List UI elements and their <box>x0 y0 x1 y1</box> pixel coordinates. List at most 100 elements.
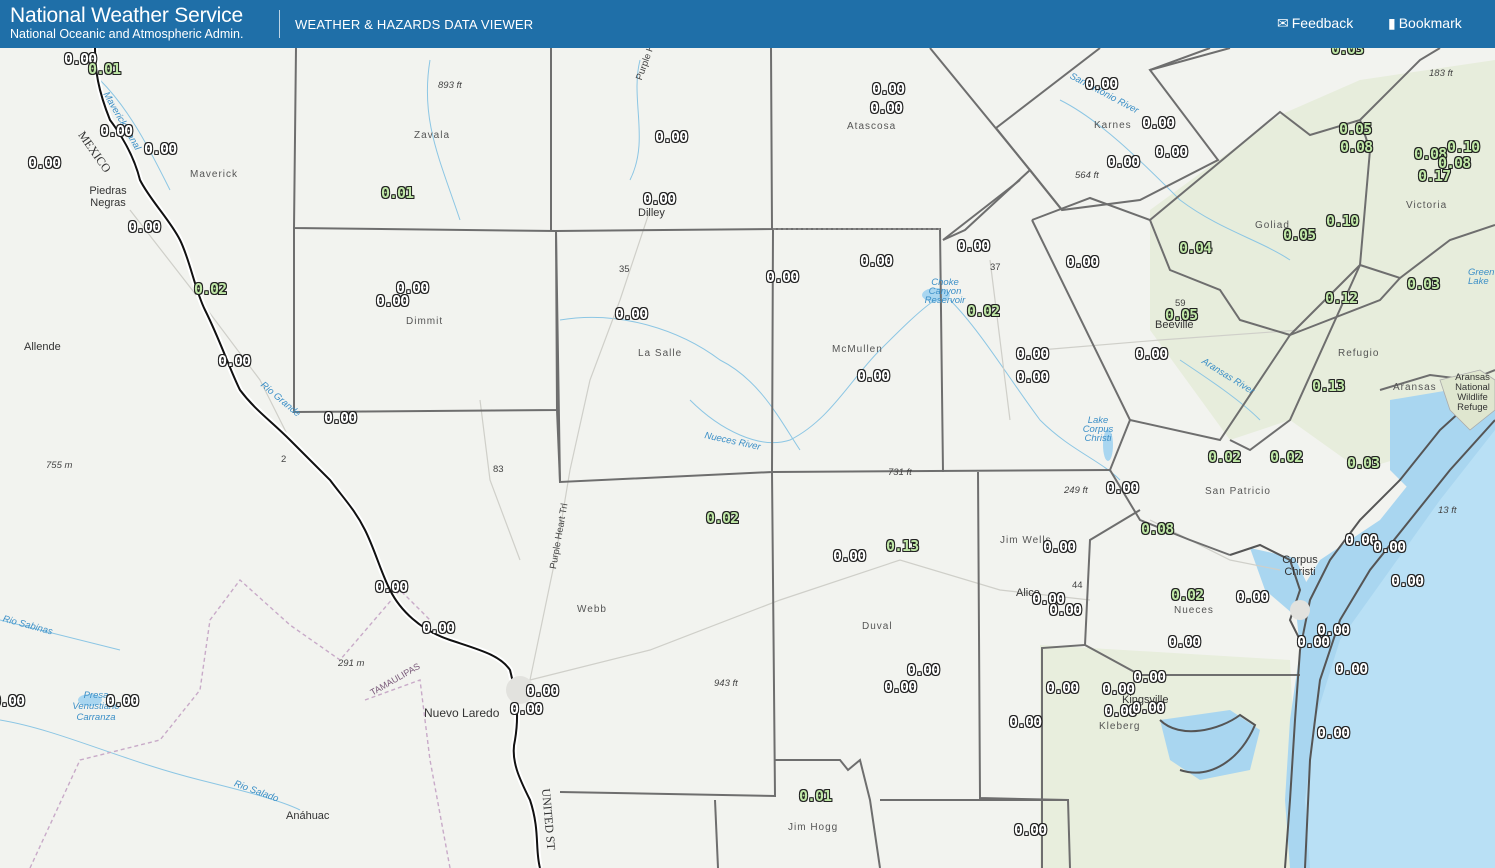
precip-value[interactable]: 0.00 <box>1066 253 1099 271</box>
precip-value[interactable]: 0.00 <box>510 700 543 718</box>
county-label: Kleberg <box>1099 721 1141 732</box>
precip-value[interactable]: 0.02 <box>706 509 739 527</box>
precip-value[interactable]: 0.00 <box>957 237 990 255</box>
precip-value[interactable]: 0.00 <box>1168 633 1201 651</box>
precip-value[interactable]: 0.00 <box>1142 114 1175 132</box>
precip-value[interactable]: 0.02 <box>1270 448 1303 466</box>
precip-value[interactable]: 0.00 <box>1049 601 1082 619</box>
precip-value[interactable]: 0.00 <box>833 547 866 565</box>
precip-value[interactable]: 0.00 <box>1373 538 1406 556</box>
precip-value[interactable]: 0.00 <box>28 154 61 172</box>
city-label: Corpus Christi <box>1282 554 1318 578</box>
lake-label: Green Lake <box>1468 267 1495 287</box>
precip-value[interactable]: 0.03 <box>1407 275 1440 293</box>
city-label: Allende <box>24 341 61 353</box>
map-canvas[interactable]: Zavala Maverick Atascosa Karnes Goliad V… <box>0 48 1495 868</box>
precip-value[interactable]: 0.00 <box>872 80 905 98</box>
precip-value[interactable]: 0.02 <box>967 302 1000 320</box>
precip-value[interactable]: 0.00 <box>526 682 559 700</box>
precip-value[interactable]: 0.00 <box>615 305 648 323</box>
county-label: Dimmit <box>406 316 444 327</box>
precip-value[interactable]: 0.00 <box>422 619 455 637</box>
precip-value[interactable]: 0.05 <box>1283 226 1316 244</box>
precip-value[interactable]: 0.04 <box>1179 239 1212 257</box>
precip-value[interactable]: 0.05 <box>1339 120 1372 138</box>
precip-value[interactable]: 0.00 <box>106 692 139 710</box>
precip-value[interactable]: 0.00 <box>1107 153 1140 171</box>
precip-value[interactable]: 0.00 <box>1133 668 1166 686</box>
precip-value[interactable]: 0.00 <box>0 692 25 710</box>
county-label: Refugio <box>1338 348 1380 359</box>
city-label: Dilley <box>638 207 665 219</box>
precip-value[interactable]: 0.00 <box>1016 345 1049 363</box>
precip-value[interactable]: 0.00 <box>1016 368 1049 386</box>
bookmark-icon: ▮ <box>1388 15 1396 31</box>
lake-label: Choke Canyon Reservoir <box>924 277 966 306</box>
precip-value[interactable]: 0.02 <box>1208 448 1241 466</box>
precip-value[interactable]: 0.00 <box>884 678 917 696</box>
precip-value[interactable]: 0.00 <box>870 99 903 117</box>
precip-value[interactable]: 0.00 <box>1335 660 1368 678</box>
precip-value[interactable]: 0.02 <box>194 280 227 298</box>
city-label: Aransas National Wildlife Refuge <box>1455 372 1490 413</box>
precip-value[interactable]: 0.00 <box>1102 680 1135 698</box>
precip-value[interactable]: 0.00 <box>396 279 429 297</box>
header-divider <box>279 10 280 38</box>
precip-value[interactable]: 0.00 <box>1043 538 1076 556</box>
precip-value[interactable]: 0.00 <box>857 367 890 385</box>
nws-title[interactable]: National Weather Service <box>10 4 243 28</box>
county-label: Duval <box>862 621 893 632</box>
precip-value[interactable]: 0.02 <box>1171 586 1204 604</box>
precip-value[interactable]: 0.00 <box>324 409 357 427</box>
precip-value[interactable]: 0.17 <box>1418 167 1451 185</box>
precip-value[interactable]: 0.00 <box>1014 821 1047 839</box>
elevation-label: 183 ft <box>1429 68 1453 79</box>
road-label: 35 <box>619 264 630 275</box>
county-label: Nueces <box>1174 605 1214 616</box>
precip-value[interactable]: 0.00 <box>1297 633 1330 651</box>
elevation-label: 564 ft <box>1075 170 1099 181</box>
precip-value[interactable]: 0.00 <box>1046 679 1079 697</box>
precip-value[interactable]: 0.00 <box>100 122 133 140</box>
precip-value[interactable]: 0.10 <box>1326 212 1359 230</box>
precip-value[interactable]: 0.00 <box>1132 699 1165 717</box>
precip-value[interactable]: 0.03 <box>1331 48 1364 58</box>
precip-value[interactable]: 0.00 <box>1317 724 1350 742</box>
precip-value[interactable]: 0.00 <box>128 218 161 236</box>
precip-value[interactable]: 0.00 <box>860 252 893 270</box>
precip-value[interactable]: 0.00 <box>907 661 940 679</box>
precip-value[interactable]: 0.00 <box>1135 345 1168 363</box>
bookmark-button[interactable]: ▮ Bookmark <box>1388 15 1462 32</box>
precip-value[interactable]: 0.13 <box>1312 377 1345 395</box>
precip-value[interactable]: 0.01 <box>381 184 414 202</box>
precip-value[interactable]: 0.08 <box>1141 520 1174 538</box>
feedback-button[interactable]: ✉ Feedback <box>1277 15 1353 32</box>
county-label: McMullen <box>832 344 883 355</box>
precip-value[interactable]: 0.00 <box>766 268 799 286</box>
county-label: Zavala <box>414 130 451 141</box>
precip-value[interactable]: 0.00 <box>1009 713 1042 731</box>
precip-value[interactable]: 0.00 <box>1106 479 1139 497</box>
precip-value[interactable]: 0.00 <box>1236 588 1269 606</box>
precip-value[interactable]: 0.01 <box>799 787 832 805</box>
county-label: Atascosa <box>847 121 897 132</box>
precip-value[interactable]: 0.08 <box>1340 138 1373 156</box>
precip-value[interactable]: 0.00 <box>643 190 676 208</box>
precip-value[interactable]: 0.01 <box>88 60 121 78</box>
precip-value[interactable]: 0.12 <box>1325 289 1358 307</box>
precip-value[interactable]: 0.00 <box>375 578 408 596</box>
elevation-label: 13 ft <box>1438 505 1457 516</box>
elevation-label: 731 ft <box>888 467 912 478</box>
county-label: La Salle <box>638 348 683 359</box>
county-label: Jim Hogg <box>788 822 839 833</box>
precip-value[interactable]: 0.00 <box>655 128 688 146</box>
precip-value[interactable]: 0.05 <box>1165 306 1198 324</box>
precip-value[interactable]: 0.00 <box>1391 572 1424 590</box>
precip-value[interactable]: 0.13 <box>886 537 919 555</box>
precip-value[interactable]: 0.00 <box>144 140 177 158</box>
precip-value[interactable]: 0.00 <box>1085 75 1118 93</box>
precip-value[interactable]: 0.00 <box>1155 143 1188 161</box>
road-label: 37 <box>990 262 1001 273</box>
precip-value[interactable]: 0.03 <box>1347 454 1380 472</box>
precip-value[interactable]: 0.00 <box>218 352 251 370</box>
